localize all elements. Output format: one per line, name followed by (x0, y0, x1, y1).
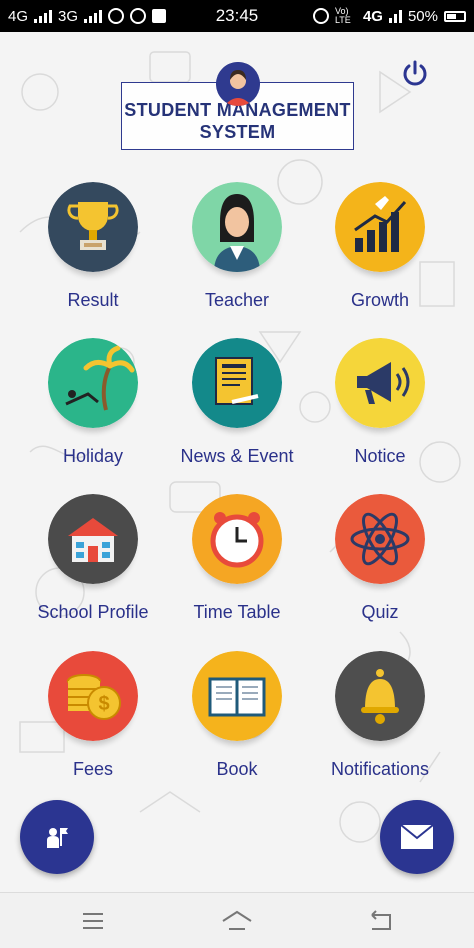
atom-icon (335, 494, 425, 584)
app-title-line2: SYSTEM (199, 122, 276, 142)
menu-label-news-event: News & Event (180, 446, 294, 466)
signal-icon-2 (84, 9, 103, 23)
person-flag-icon (47, 828, 68, 848)
network-type-3: 4G (362, 7, 383, 25)
profile-fab-button[interactable] (20, 800, 94, 874)
alarm-clock-icon (192, 494, 282, 584)
volte-label: Vo) LTE (334, 6, 351, 25)
svg-text:$: $ (98, 693, 109, 715)
menu-item-result[interactable]: Result (18, 182, 168, 332)
holiday-beach-icon (48, 338, 138, 428)
coins-icon: $ (48, 651, 138, 741)
open-book-icon (192, 651, 282, 741)
menu-label-growth: Growth (350, 290, 410, 310)
menu-label-fees: Fees (72, 759, 114, 779)
system-navigation-bar (0, 892, 474, 948)
school-building-icon (48, 494, 138, 584)
growth-chart-icon (335, 182, 425, 272)
battery-icon (444, 10, 466, 22)
menu-item-quiz[interactable]: Quiz (305, 494, 455, 644)
menu-label-book: Book (216, 759, 258, 779)
newspaper-icon (192, 338, 282, 428)
signal-icon-3 (388, 9, 402, 23)
hotspot-icon (108, 8, 125, 24)
battery-percent: 50% (407, 7, 438, 25)
menu-item-time-table[interactable]: Time Table (162, 494, 312, 644)
menu-item-notifications[interactable]: Notifications (305, 651, 455, 801)
home-nav-icon[interactable] (217, 907, 257, 935)
megaphone-icon (335, 338, 425, 428)
menu-item-school-profile[interactable]: School Profile (18, 494, 168, 644)
network-type-1: 4G (8, 7, 29, 25)
menu-item-news-event[interactable]: News & Event (162, 338, 312, 488)
avatar (216, 62, 260, 106)
menu-item-growth[interactable]: Growth (305, 182, 455, 332)
power-icon[interactable] (400, 58, 430, 88)
mail-fab-button[interactable] (380, 800, 454, 874)
menu-label-holiday: Holiday (62, 446, 124, 466)
menu-item-book[interactable]: Book (162, 651, 312, 801)
status-bar: 4G 3G 23:45 Vo) LTE 4G 50% (0, 0, 474, 32)
menu-label-result: Result (67, 290, 119, 310)
menu-label-quiz: Quiz (361, 602, 399, 622)
menu-nav-icon[interactable] (73, 907, 113, 935)
menu-label-time-table: Time Table (193, 602, 281, 622)
menu-item-notice[interactable]: Notice (305, 338, 455, 488)
menu-label-teacher: Teacher (204, 290, 270, 310)
back-nav-icon[interactable] (360, 907, 400, 935)
envelope-icon (400, 824, 434, 849)
network-type-2: 3G (58, 7, 79, 25)
shop-icon (152, 9, 167, 23)
menu-label-notifications: Notifications (330, 759, 430, 779)
whatsapp-icon (130, 8, 147, 24)
trophy-icon (48, 182, 138, 272)
signal-icon (34, 9, 53, 23)
menu-label-school-profile: School Profile (37, 602, 149, 622)
bell-icon (335, 651, 425, 741)
teacher-icon (192, 182, 282, 272)
menu-item-fees[interactable]: $ Fees (18, 651, 168, 801)
alarm-icon (312, 8, 329, 24)
menu-item-holiday[interactable]: Holiday (18, 338, 168, 488)
menu-item-teacher[interactable]: Teacher (162, 182, 312, 332)
menu-label-notice: Notice (354, 446, 406, 466)
